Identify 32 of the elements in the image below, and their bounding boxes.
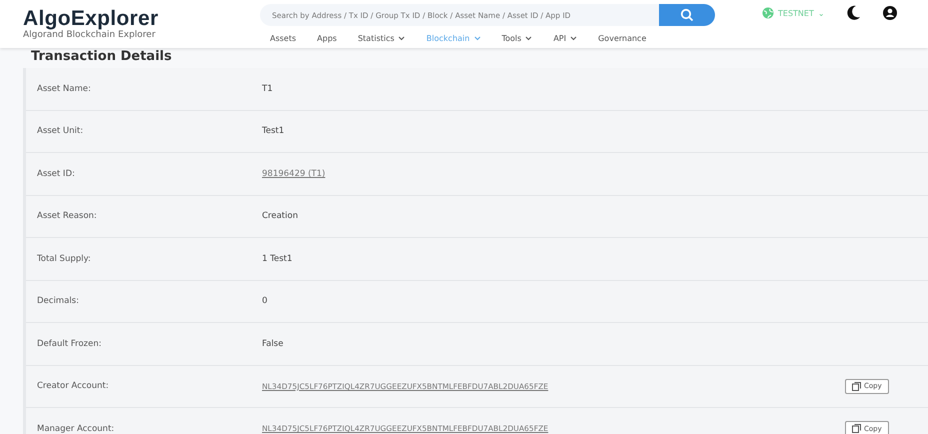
field-value: Test1 <box>262 126 284 136</box>
nav-link[interactable]: Tools <box>502 34 532 43</box>
asset-link[interactable]: 98196429 (T1) <box>262 168 326 179</box>
field-value: 1 Test1 <box>262 254 292 264</box>
field-label: Total Supply: <box>36 254 92 264</box>
nav-link[interactable]: Apps <box>317 34 337 43</box>
nav-link[interactable]: Statistics <box>358 34 406 43</box>
field-value: T1 <box>262 84 273 94</box>
logo-subtitle: Algorand Blockchain Explorer <box>23 30 156 40</box>
nav-link[interactable]: Governance <box>598 34 646 43</box>
nav-link[interactable]: API <box>553 34 578 43</box>
copy-icon <box>852 382 861 391</box>
logo-title[interactable]: AlgoExplorer <box>23 8 260 30</box>
field-value: False <box>262 338 284 349</box>
user-icon[interactable] <box>882 5 897 21</box>
field-label: Asset Unit: <box>36 126 84 136</box>
page-title: Transaction Details <box>30 48 173 66</box>
search-button[interactable] <box>659 4 715 26</box>
copy-icon <box>852 424 861 434</box>
field-label: Asset ID: <box>36 168 76 179</box>
field-label: Manager Account: <box>36 424 116 434</box>
globe-icon <box>762 7 774 19</box>
field-label: Asset Reason: <box>36 211 98 222</box>
field-label: Decimals: <box>36 296 80 306</box>
field-value: 0 <box>262 296 268 306</box>
field-label: Asset Name: <box>36 84 92 94</box>
nav-link[interactable]: Assets <box>270 34 296 43</box>
moon-icon[interactable] <box>846 5 861 21</box>
field-label: Default Frozen: <box>36 338 102 349</box>
field-value: Creation <box>262 211 298 222</box>
search-icon <box>680 8 694 22</box>
field-label: Creator Account: <box>36 381 110 392</box>
